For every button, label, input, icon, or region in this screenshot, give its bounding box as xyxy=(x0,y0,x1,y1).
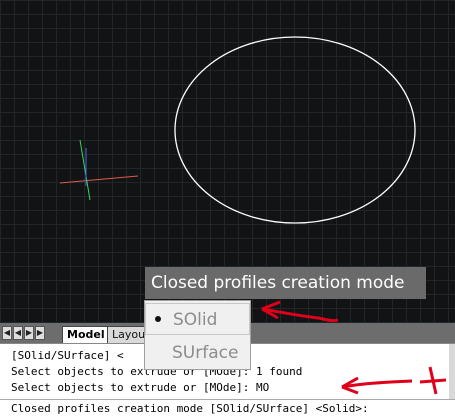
prev-tab-icon[interactable]: ◀ xyxy=(13,326,23,340)
tooltip-closed-profiles-mode: Closed profiles creation mode xyxy=(145,267,426,299)
history-line: Select objects to extrude or [MOde]: MO xyxy=(11,381,270,394)
tab-model[interactable]: Model xyxy=(62,326,110,343)
tooltip-text: Closed profiles creation mode xyxy=(151,273,405,293)
first-tab-icon[interactable]: ◀ xyxy=(2,326,12,340)
command-input-row[interactable]: Closed profiles creation mode [SOlid/SUr… xyxy=(0,399,455,418)
last-tab-icon[interactable]: ▶ xyxy=(35,326,45,340)
ucs-y-axis xyxy=(79,139,91,201)
option-surface[interactable]: SUrface xyxy=(145,337,250,369)
drawn-circle[interactable] xyxy=(174,36,416,224)
ucs-x-axis xyxy=(59,175,139,184)
tab-model-label: Model xyxy=(67,328,105,341)
option-solid[interactable]: SOlid xyxy=(145,303,250,335)
command-prompt-text: Closed profiles creation mode [SOlid/SUr… xyxy=(11,402,369,415)
command-history-scrollbar[interactable] xyxy=(449,344,455,399)
history-line: [SOlid/SUrface] < xyxy=(11,349,124,362)
next-tab-icon[interactable]: ▶ xyxy=(24,326,34,340)
mode-option-menu: SOlid SUrface xyxy=(144,300,251,370)
ucs-icon xyxy=(59,139,139,201)
option-surface-label: SUrface xyxy=(172,343,239,363)
option-solid-label: SOlid xyxy=(173,310,218,330)
selected-bullet-icon xyxy=(155,316,161,322)
